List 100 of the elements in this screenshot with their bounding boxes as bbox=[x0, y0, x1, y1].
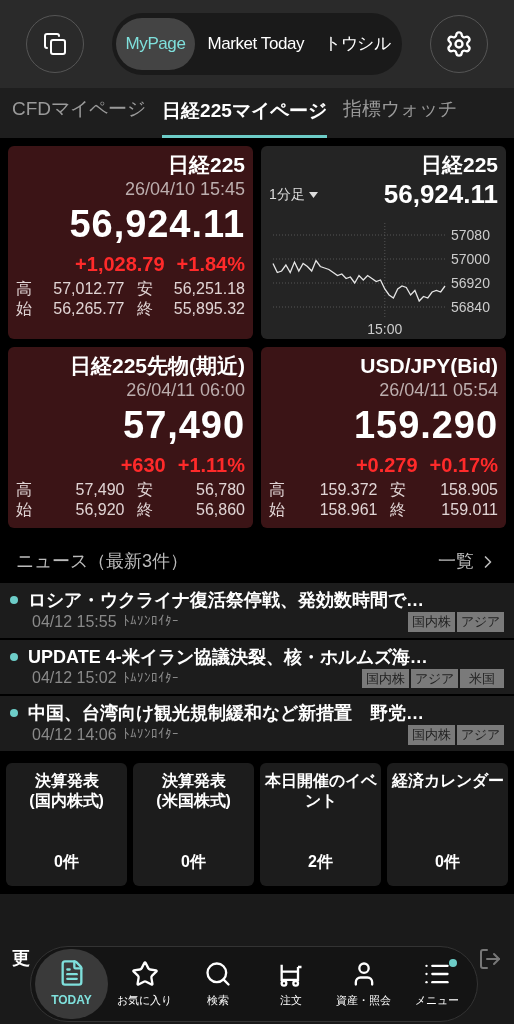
search-icon bbox=[203, 959, 232, 988]
stat-value: 57,490 bbox=[75, 480, 125, 500]
news-source: ﾄﾑｿﾝﾛｲﾀｰ bbox=[122, 613, 179, 630]
interval-dropdown[interactable]: 1分足 bbox=[269, 184, 318, 205]
quote-price: 159.290 bbox=[354, 402, 498, 448]
stat-value: 55,895.32 bbox=[173, 299, 245, 320]
tab[interactable]: CFDマイページ bbox=[12, 94, 147, 138]
stat-value: 57,012.77 bbox=[53, 279, 125, 300]
news-headline: UPDATE 4-米イラン協議決裂、核・ホルムズ海… bbox=[28, 645, 428, 668]
news-source: ﾄﾑｿﾝﾛｲﾀｰ bbox=[122, 669, 179, 687]
event-tile[interactable]: 本日開催のイベント 2件 bbox=[260, 762, 381, 886]
news-headline: ロシア・ウクライナ復活祭停戦、発効数時間で… bbox=[28, 589, 424, 612]
nav-item[interactable]: TODAY bbox=[35, 949, 108, 1019]
stat-value: 56,265.77 bbox=[53, 299, 125, 320]
stat-label: 始 bbox=[16, 299, 32, 320]
news-item[interactable]: ロシア・ウクライナ復活祭停戦、発効数時間で… 04/12 15:55 ﾄﾑｿﾝﾛｲﾀｰ 国内株 アジア bbox=[0, 583, 514, 638]
tile-title: 経済カレンダー bbox=[391, 770, 504, 791]
caret-icon bbox=[308, 191, 318, 198]
news-item[interactable]: UPDATE 4-米イラン協議決裂、核・ホルムズ海… 04/12 15:02 ﾄﾑｿﾝﾛｲﾀｰ 国内株 アジア 米国 bbox=[0, 639, 514, 694]
news-tag: アジア bbox=[457, 612, 504, 632]
stat-label: 高 bbox=[16, 279, 32, 300]
nav-item[interactable]: お気に入り bbox=[108, 949, 181, 1019]
news-tag: 米国 bbox=[460, 668, 504, 688]
nav-item[interactable]: 注文 bbox=[254, 949, 327, 1019]
stat-label: 安 bbox=[136, 279, 153, 300]
copy-icon bbox=[43, 32, 67, 56]
tile-count: 0件 bbox=[54, 851, 79, 872]
news-item[interactable]: 中国、台湾向け観光規制緩和など新措置 野党… 04/12 14:06 ﾄﾑｿﾝﾛｲﾀｰ 国内株 アジア bbox=[0, 696, 514, 751]
stat-value: 158.961 bbox=[319, 500, 378, 520]
news-time: 04/12 14:06 bbox=[32, 724, 117, 745]
change-percent: +0.17% bbox=[429, 453, 498, 478]
tab[interactable]: 指標ウォッチ bbox=[342, 94, 457, 138]
news-tag: 国内株 bbox=[408, 612, 455, 632]
exit-icon bbox=[478, 946, 502, 971]
card-title: 日経225 bbox=[167, 152, 245, 178]
change-value: +0.279 bbox=[355, 453, 418, 478]
stat-label: 安 bbox=[389, 480, 406, 500]
section-title: ニュース（最新3件） bbox=[16, 550, 188, 573]
event-tile[interactable]: 経済カレンダー 0件 bbox=[387, 762, 508, 886]
stat-value: 159.372 bbox=[319, 480, 378, 500]
quote-price: 56,924.11 bbox=[383, 178, 498, 211]
nav-item[interactable]: 資産・照会 bbox=[327, 949, 400, 1019]
tile-title: 決算発表 (米国株式) bbox=[156, 770, 231, 811]
tile-count: 2件 bbox=[308, 851, 333, 872]
quote-price: 56,924.11 bbox=[69, 201, 245, 247]
change-percent: +1.84% bbox=[176, 252, 245, 278]
tile-title: 本日開催のイベント bbox=[263, 770, 378, 811]
stat-value: 158.905 bbox=[440, 480, 498, 500]
axis-label: 56920 bbox=[451, 274, 490, 291]
tab[interactable]: 日経225マイページ bbox=[162, 96, 327, 138]
news-time: 04/12 15:55 bbox=[32, 611, 117, 632]
quote-card[interactable]: 日経225先物(期近) 26/04/11 06:00 57,490 +630 +1.11% 高 57,490 安 56,780 始 56,920 終 56,860 bbox=[8, 346, 253, 528]
news-tag: アジア bbox=[411, 668, 458, 688]
news-source: ﾄﾑｿﾝﾛｲﾀｰ bbox=[122, 726, 179, 743]
stat-value: 159.011 bbox=[441, 500, 498, 520]
settings-icon bbox=[445, 30, 473, 58]
quote-card[interactable]: 日経225 26/04/10 15:45 56,924.11 +1,028.79 +1.84% 高 57,012.77 安 56,251.18 始 56,265.77 終 55,895.32 bbox=[8, 146, 253, 339]
segment-tab[interactable]: Market Today bbox=[199, 18, 313, 70]
news-time: 04/12 15:02 bbox=[32, 668, 117, 688]
see-all-link[interactable]: 一覧 bbox=[438, 548, 498, 575]
change-value: +630 bbox=[120, 453, 166, 478]
segment-tab[interactable]: トウシル bbox=[316, 18, 399, 70]
stat-label: 高 bbox=[269, 480, 285, 500]
card-title: 日経225先物(期近) bbox=[69, 352, 245, 379]
stat-label: 始 bbox=[16, 500, 32, 520]
stat-value: 56,251.18 bbox=[173, 279, 245, 300]
segment-tab[interactable]: MyPage bbox=[115, 18, 196, 70]
tile-title: 決算発表 (国内株式) bbox=[29, 770, 104, 811]
stat-value: 56,860 bbox=[196, 500, 245, 520]
nav-item[interactable]: 検索 bbox=[181, 949, 254, 1019]
news-headline: 中国、台湾向け観光規制緩和など新措置 野党… bbox=[28, 702, 424, 725]
news-tag: アジア bbox=[457, 725, 504, 745]
card-title: USD/JPY(Bid) bbox=[360, 352, 498, 379]
event-tile[interactable]: 決算発表 (国内株式) 0件 bbox=[6, 762, 127, 886]
stat-value: 56,780 bbox=[196, 480, 245, 500]
change-percent: +1.11% bbox=[177, 453, 245, 478]
axis-label: 56840 bbox=[451, 298, 490, 315]
stat-label: 終 bbox=[136, 299, 153, 320]
quote-card[interactable]: USD/JPY(Bid) 26/04/11 05:54 159.290 +0.279 +0.17% 高 159.372 安 158.905 始 158.961 終 159.011 bbox=[261, 346, 506, 528]
axis-label: 57080 bbox=[451, 226, 490, 243]
nav-item[interactable]: メニュー bbox=[400, 949, 473, 1019]
tile-count: 0件 bbox=[181, 851, 206, 872]
axis-label: 15:00 bbox=[367, 320, 403, 335]
card-title: 日経225 bbox=[420, 152, 498, 178]
quote-time: 26/04/11 05:54 bbox=[379, 379, 498, 402]
star-icon bbox=[130, 959, 159, 988]
event-tile[interactable]: 決算発表 (米国株式) 0件 bbox=[133, 762, 254, 886]
quote-time: 26/04/10 15:45 bbox=[124, 178, 245, 201]
stat-label: 安 bbox=[136, 480, 153, 500]
stat-label: 終 bbox=[389, 500, 406, 520]
change-value: +1,028.79 bbox=[75, 252, 165, 278]
stat-label: 終 bbox=[136, 500, 153, 520]
stat-label: 高 bbox=[16, 480, 32, 500]
tile-count: 0件 bbox=[435, 851, 460, 872]
stat-label: 始 bbox=[269, 500, 285, 520]
news-tag: 国内株 bbox=[408, 725, 455, 745]
stat-value: 56,920 bbox=[75, 500, 125, 520]
quote-time: 26/04/11 06:00 bbox=[126, 379, 245, 402]
chart-card[interactable]: 日経225 1分足 56,924.11 57080 57000 56920 56840 15:00 bbox=[261, 146, 506, 339]
axis-label: 57000 bbox=[451, 250, 490, 267]
